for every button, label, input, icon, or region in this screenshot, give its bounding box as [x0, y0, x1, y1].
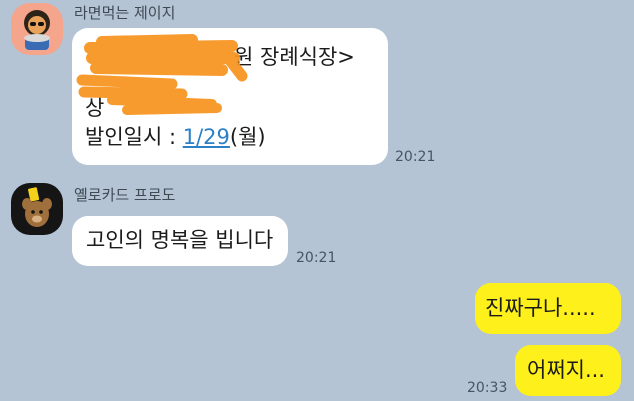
- message-bubble[interactable]: 진짜구나.....: [475, 283, 621, 334]
- timestamp: 20:33: [467, 380, 508, 396]
- message-text: 어쩌지...: [527, 358, 605, 382]
- message-bubble[interactable]: 어쩌지...: [515, 345, 621, 396]
- message-bubble[interactable]: 고인의 명복을 빕니다: [72, 216, 288, 266]
- avatar-frodo[interactable]: [11, 183, 63, 235]
- message-text: 진짜구나.....: [485, 296, 596, 320]
- timestamp: 20:21: [395, 149, 436, 165]
- redaction-scribble: [76, 34, 248, 115]
- sender-name: 옐로카드 프로도: [74, 186, 176, 204]
- sender-name: 라면먹는 제이지: [74, 4, 176, 22]
- avatar-jay-g[interactable]: [11, 3, 63, 55]
- timestamp: 20:21: [296, 250, 337, 266]
- message-text: 고인의 명복을 빕니다: [86, 228, 274, 252]
- message-bubble[interactable]: 원 장례식장> 상 발인일시 : 1/29(월): [72, 28, 388, 165]
